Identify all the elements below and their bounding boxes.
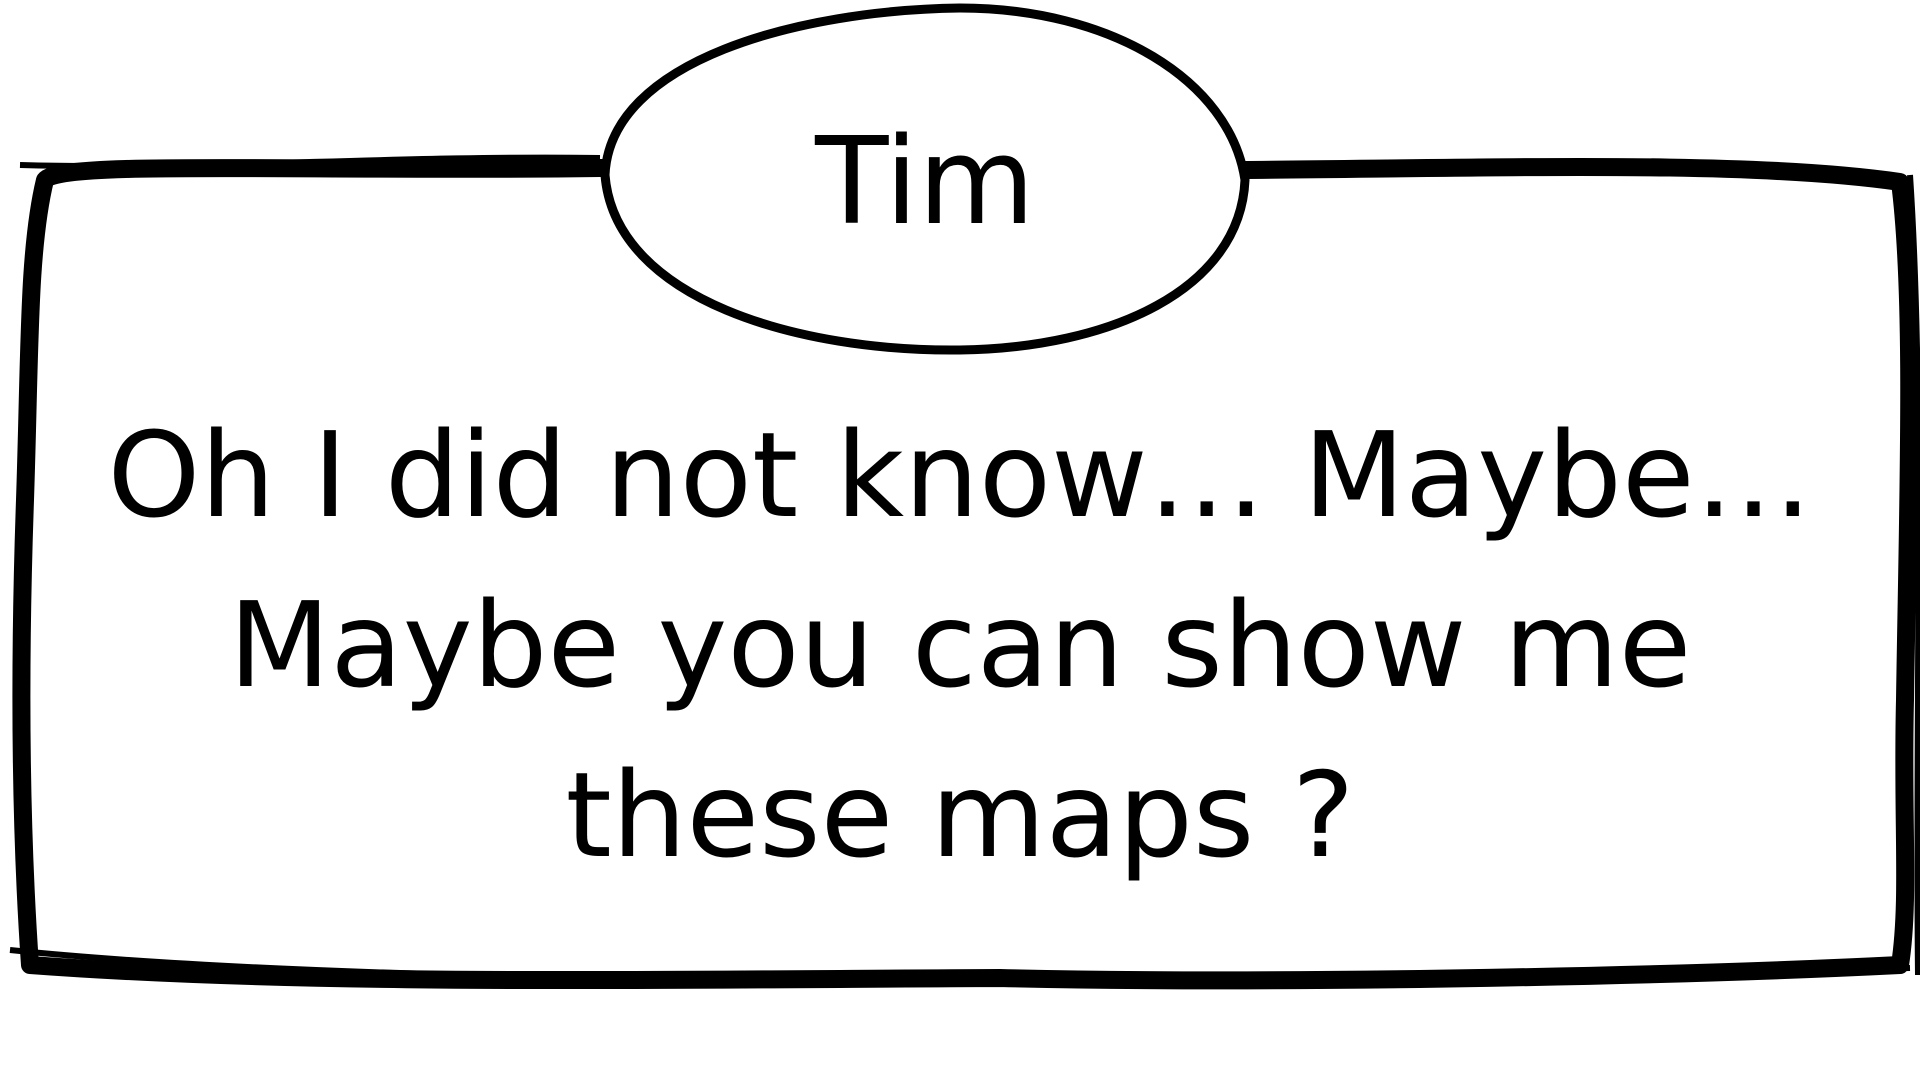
dialogue-text: Oh I did not know… Maybe… Maybe you can … bbox=[70, 390, 1850, 910]
dialogue-line: Maybe you can show me bbox=[228, 576, 1692, 714]
dialogue-line: Oh I did not know… Maybe… bbox=[107, 406, 1813, 544]
speaker-name: Tim bbox=[815, 112, 1035, 252]
dialogue-line: these maps ? bbox=[565, 746, 1355, 884]
dialogue-scene: Tim Oh I did not know… Maybe… Maybe you … bbox=[0, 0, 1920, 1080]
